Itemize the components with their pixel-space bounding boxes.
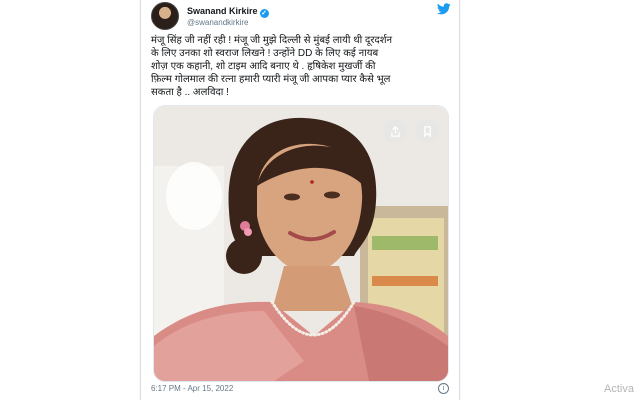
bookmark-button[interactable] (415, 119, 439, 143)
author-name[interactable]: Swanand Kirkire ✓ (187, 6, 269, 18)
tweet-card: Swanand Kirkire ✓ @swanandkirkire मंजू सि… (140, 0, 460, 400)
share-button[interactable] (383, 119, 407, 143)
info-icon[interactable]: i (438, 383, 449, 394)
portrait-photo (154, 106, 448, 381)
tweet-header: Swanand Kirkire ✓ @swanandkirkire (151, 2, 451, 30)
tweet-text: मंजू सिंह जी नहीं रही ! मंजू जी मुझे दिल… (151, 35, 393, 98)
author-name-text[interactable]: Swanand Kirkire (187, 6, 258, 16)
author-avatar[interactable] (151, 2, 179, 30)
tweet-photo[interactable] (153, 105, 449, 382)
share-icon (390, 125, 400, 137)
tweet-footer: 6:17 PM - Apr 15, 2022 i (151, 383, 451, 398)
tweet-timestamp[interactable]: 6:17 PM - Apr 15, 2022 (151, 384, 233, 393)
twitter-bird-icon[interactable] (437, 3, 451, 15)
verified-badge-icon: ✓ (259, 9, 269, 18)
activation-watermark: Activa (604, 383, 634, 395)
author-handle[interactable]: @swanandkirkire (187, 18, 248, 27)
bookmark-icon (423, 125, 431, 137)
